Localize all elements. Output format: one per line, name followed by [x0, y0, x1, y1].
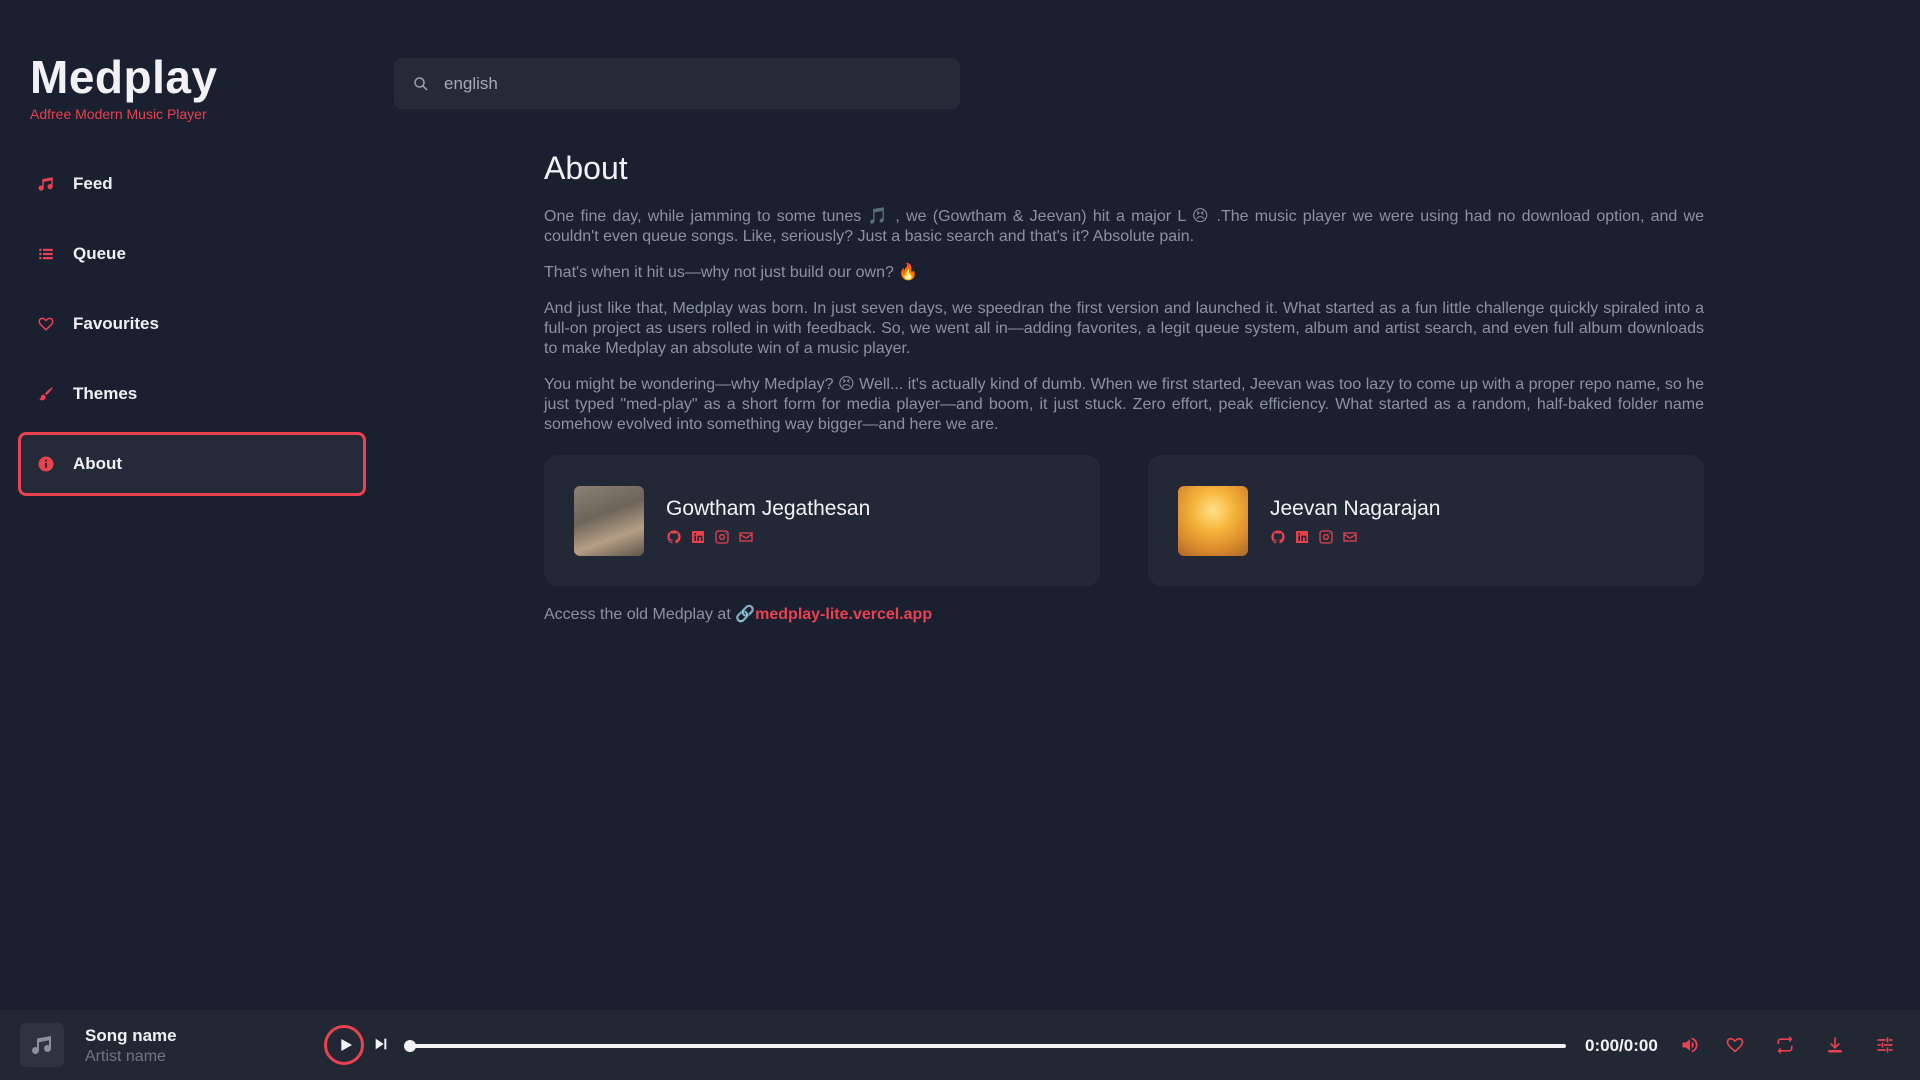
sidebar-nav: Feed Queue Favourites Themes About — [18, 152, 366, 502]
repeat-button[interactable] — [1774, 1034, 1796, 1056]
creator-card: Gowtham Jegathesan — [544, 455, 1100, 586]
download-icon — [1828, 1037, 1842, 1053]
sliders-icon — [1877, 1037, 1893, 1053]
repeat-icon — [1777, 1035, 1793, 1055]
avatar — [1178, 485, 1248, 556]
sidebar-item-themes[interactable]: Themes — [18, 362, 366, 426]
link-icon: 🔗 — [735, 606, 756, 623]
social-links — [666, 529, 870, 545]
info-icon — [35, 453, 57, 475]
instagram-icon[interactable] — [714, 529, 730, 545]
artist-name: Artist name — [85, 1048, 166, 1065]
settings-button[interactable] — [1874, 1034, 1896, 1056]
instagram-icon[interactable] — [1318, 529, 1334, 545]
sidebar-item-label: Favourites — [73, 314, 159, 333]
brush-icon — [35, 383, 57, 405]
music-note-icon — [35, 173, 57, 195]
page-title: About — [544, 150, 628, 186]
heart-icon — [35, 313, 57, 335]
app-subtitle: Adfree Modern Music Player — [30, 106, 207, 122]
creator-name: Jeevan Nagarajan — [1270, 496, 1441, 520]
brand[interactable]: Medplay Adfree Modern Music Player — [30, 52, 218, 122]
sidebar-item-feed[interactable]: Feed — [18, 152, 366, 216]
app-title: Medplay — [30, 51, 218, 103]
sidebar: Medplay Adfree Modern Music Player Feed … — [0, 0, 380, 1010]
sidebar-item-label: Feed — [73, 174, 113, 193]
heart-icon — [1726, 1037, 1744, 1053]
mail-icon[interactable] — [1342, 529, 1358, 545]
about-paragraph: And just like that, Medplay was born. In… — [544, 300, 1704, 357]
progress-handle[interactable] — [404, 1040, 416, 1052]
old-version-prefix: Access the old Medplay at — [544, 606, 736, 623]
social-links — [1270, 529, 1440, 545]
linkedin-icon[interactable] — [1294, 529, 1310, 545]
song-info: Song name Artist name — [85, 1026, 177, 1066]
progress-bar[interactable] — [404, 1040, 1566, 1052]
play-icon — [340, 1039, 352, 1051]
song-name: Song name — [85, 1026, 177, 1045]
about-section: About One fine day, while jamming to som… — [544, 150, 1704, 624]
avatar — [574, 485, 644, 556]
time-display: 0:00/0:00 — [1585, 1036, 1658, 1055]
about-paragraph: One fine day, while jamming to some tune… — [544, 208, 1704, 245]
old-version-link-text: medplay-lite.vercel.app — [755, 606, 933, 623]
sidebar-item-label: Themes — [73, 384, 138, 403]
about-paragraph: That's when it hit us—why not just build… — [544, 264, 919, 281]
skip-next-icon — [375, 1038, 387, 1050]
creator-cards: Gowtham Jegathesan Jeevan Nagarajan — [544, 455, 1704, 586]
music-note-icon — [32, 1036, 51, 1055]
search-input[interactable] — [444, 73, 924, 94]
about-paragraph: You might be wondering—why Medplay? 😣 We… — [544, 376, 1704, 433]
creator-card: Jeevan Nagarajan — [1148, 455, 1704, 586]
sidebar-item-queue[interactable]: Queue — [18, 222, 366, 286]
github-icon[interactable] — [1270, 529, 1286, 545]
favourite-button[interactable] — [1724, 1034, 1746, 1056]
sidebar-item-label: About — [73, 454, 123, 473]
linkedin-icon[interactable] — [690, 529, 706, 545]
creator-name: Gowtham Jegathesan — [666, 496, 871, 520]
sidebar-item-about[interactable]: About — [18, 432, 366, 496]
old-version-note: Access the old Medplay at 🔗medplay-lite.… — [544, 604, 1704, 624]
search-bar[interactable] — [394, 58, 960, 109]
search-icon — [414, 76, 428, 91]
volume-button[interactable] — [1679, 1034, 1701, 1056]
play-button[interactable] — [324, 1025, 364, 1065]
next-button[interactable] — [373, 1035, 389, 1055]
old-version-link[interactable]: 🔗medplay-lite.vercel.app — [735, 606, 932, 623]
sidebar-item-label: Queue — [73, 244, 126, 263]
volume-icon — [1682, 1037, 1698, 1053]
download-button[interactable] — [1824, 1034, 1846, 1056]
sidebar-item-favourites[interactable]: Favourites — [18, 292, 366, 356]
github-icon[interactable] — [666, 529, 682, 545]
song-thumbnail — [20, 1023, 64, 1067]
list-icon — [35, 243, 57, 265]
mail-icon[interactable] — [738, 529, 754, 545]
